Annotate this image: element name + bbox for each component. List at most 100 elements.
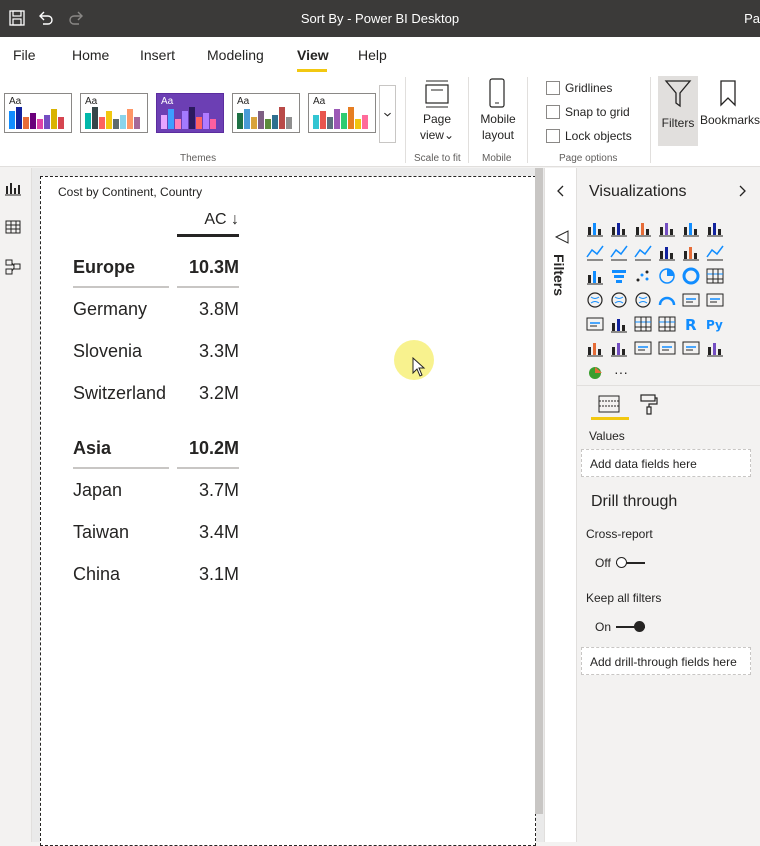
row-label[interactable]: China <box>73 564 120 585</box>
group-value-asia: 10.2M <box>188 438 239 458</box>
ribbon-separator <box>468 77 469 163</box>
row-label[interactable]: Japan <box>73 480 122 501</box>
waterfall-icon[interactable] <box>586 267 604 285</box>
snap-to-grid-checkbox[interactable] <box>546 105 560 119</box>
pie-icon[interactable] <box>658 267 676 285</box>
theme-1[interactable]: Aa <box>4 93 72 133</box>
menu-file[interactable]: File <box>13 47 36 63</box>
row-label[interactable]: Switzerland <box>73 383 166 404</box>
gridlines-checkbox[interactable] <box>546 81 560 95</box>
stacked-bar-icon[interactable] <box>586 219 604 237</box>
row-label[interactable]: Taiwan <box>73 522 129 543</box>
column-header-underline <box>177 234 239 237</box>
filters-toggle-button[interactable]: Filters <box>658 76 698 146</box>
canvas-scrollbar[interactable] <box>535 168 543 814</box>
kpi-icon[interactable] <box>586 315 604 333</box>
chevron-down-icon <box>384 112 391 117</box>
line-icon[interactable] <box>586 243 604 261</box>
custom-visual-icon[interactable] <box>706 339 724 357</box>
subtotal-divider <box>73 467 169 469</box>
theme-3-selected[interactable]: Aa <box>156 93 224 133</box>
ribbon-icon[interactable] <box>706 243 724 261</box>
theme-aa: Aa <box>9 96 22 107</box>
stacked-column-icon[interactable] <box>610 219 628 237</box>
donut-icon[interactable] <box>682 267 700 285</box>
themes-more-button[interactable] <box>379 85 396 143</box>
menu-home[interactable]: Home <box>72 47 109 63</box>
cross-report-state: Off <box>595 556 611 570</box>
mouse-pointer-icon <box>412 357 426 377</box>
shape-map-icon[interactable] <box>634 291 652 309</box>
area-icon[interactable] <box>610 243 628 261</box>
line-clustered-icon[interactable] <box>682 243 700 261</box>
visual-title: Cost by Continent, Country <box>58 185 203 199</box>
filters-label: Filters <box>661 116 695 130</box>
row-value: 3.3M <box>198 341 239 361</box>
row-label[interactable]: Germany <box>73 299 147 320</box>
more-visuals-button[interactable]: ··· <box>614 364 628 380</box>
smart-narrative-icon[interactable] <box>658 339 676 357</box>
decomposition-tree-icon[interactable] <box>610 339 628 357</box>
paginated-icon[interactable] <box>682 339 700 357</box>
column-header-ac[interactable]: AC ↓ <box>177 211 239 229</box>
100-column-icon[interactable] <box>706 219 724 237</box>
qa-icon[interactable] <box>634 339 652 357</box>
mobile-layout-icon[interactable] <box>484 77 510 111</box>
treemap-icon[interactable] <box>706 267 724 285</box>
lock-objects-checkbox[interactable] <box>546 129 560 143</box>
active-tab-indicator <box>297 69 327 72</box>
theme-5[interactable]: Aa <box>308 93 376 133</box>
slicer-icon[interactable] <box>610 315 628 333</box>
key-influencers-icon[interactable] <box>586 339 604 357</box>
data-view-icon[interactable] <box>5 219 21 235</box>
svg-text:Py: Py <box>706 318 723 332</box>
bookmarks-button-label[interactable]: Bookmarks <box>699 112 760 128</box>
menu-view[interactable]: View <box>297 47 329 63</box>
menu-help[interactable]: Help <box>358 47 387 63</box>
mobile-layout-button[interactable]: Mobile layout <box>474 111 522 143</box>
row-label[interactable]: Slovenia <box>73 341 142 362</box>
funnel-icon[interactable] <box>610 267 628 285</box>
menu-insert[interactable]: Insert <box>140 47 175 63</box>
clustered-bar-icon[interactable] <box>634 219 652 237</box>
values-field-well[interactable]: Add data fields here <box>581 449 751 477</box>
scatter-icon[interactable] <box>634 267 652 285</box>
100-bar-icon[interactable] <box>682 219 700 237</box>
theme-aa: Aa <box>313 96 326 107</box>
ribbon-separator <box>527 77 528 163</box>
filled-map-icon[interactable] <box>610 291 628 309</box>
multi-row-card-icon[interactable] <box>706 291 724 309</box>
python-visual-icon[interactable]: Py <box>706 315 724 333</box>
format-paint-roller-icon[interactable] <box>638 393 660 415</box>
clustered-column-icon[interactable] <box>658 219 676 237</box>
chevron-right-icon[interactable] <box>736 184 748 198</box>
line-column-icon[interactable] <box>658 243 676 261</box>
view-switcher <box>0 168 32 842</box>
map-icon[interactable] <box>586 291 604 309</box>
filters-pane-label[interactable]: Filters <box>551 254 567 304</box>
model-view-icon[interactable] <box>5 259 21 275</box>
row-value: 3.4M <box>198 522 239 542</box>
group-label-asia[interactable]: Asia <box>73 438 111 459</box>
r-visual-icon[interactable]: R <box>682 315 700 333</box>
stacked-area-icon[interactable] <box>634 243 652 261</box>
bookmark-icon[interactable] <box>717 79 739 107</box>
gauge-icon[interactable] <box>658 291 676 309</box>
arcgis-icon[interactable] <box>586 363 604 381</box>
values-label: Values <box>589 429 625 443</box>
keep-filters-label: Keep all filters <box>586 591 662 605</box>
page-view-button[interactable]: Page view⌄ <box>412 111 462 143</box>
card-icon[interactable] <box>682 291 700 309</box>
fields-tab-icon[interactable] <box>598 394 620 414</box>
drill-through-field-well[interactable]: Add drill-through fields here <box>581 647 751 675</box>
chevron-left-icon[interactable] <box>555 184 567 198</box>
matrix-icon[interactable] <box>658 315 676 333</box>
table-icon[interactable] <box>634 315 652 333</box>
theme-2[interactable]: Aa <box>80 93 148 133</box>
page-view-icon[interactable] <box>422 79 452 109</box>
page-options-label: Page options <box>559 153 618 164</box>
theme-4[interactable]: Aa <box>232 93 300 133</box>
group-label-europe[interactable]: Europe <box>73 257 135 278</box>
report-view-icon[interactable] <box>5 180 21 196</box>
menu-modeling[interactable]: Modeling <box>207 47 264 63</box>
